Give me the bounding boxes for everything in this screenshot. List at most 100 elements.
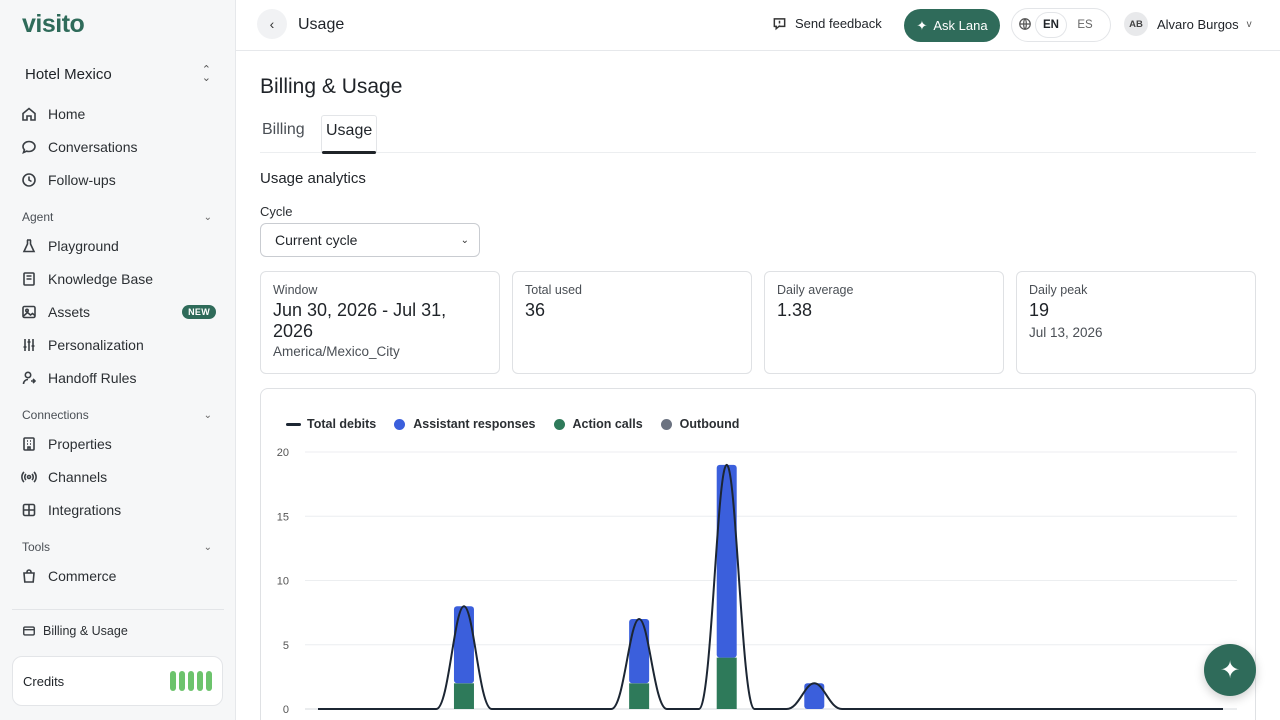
chevron-down-icon: ⌄: [460, 234, 469, 246]
sidebar-item-home[interactable]: Home: [20, 100, 216, 128]
sidebar-item-channels[interactable]: Channels: [20, 463, 216, 491]
bar-assistant-responses: [716, 464, 737, 658]
lang-en-option[interactable]: EN: [1036, 13, 1066, 37]
card-value: 1.38: [777, 300, 813, 320]
tab-billing[interactable]: Billing: [262, 121, 305, 139]
credit-card-icon: [23, 626, 35, 636]
y-tick-label: 10: [277, 576, 289, 588]
chevron-up-down-icon: ⌃ ⌄: [201, 64, 211, 84]
image-icon: [20, 303, 38, 321]
main-content: Billing & Usage Billing Usage Usage anal…: [236, 51, 1280, 720]
sidebar-item-label: Channels: [48, 469, 108, 485]
y-tick-label: 20: [277, 447, 289, 459]
sidebar-item-label: Follow-ups: [48, 172, 116, 188]
sidebar-item-label: Handoff Rules: [48, 370, 137, 386]
total-debits-line: [318, 463, 1223, 710]
avatar: AB: [1124, 12, 1148, 36]
sidebar-item-commerce[interactable]: Commerce: [20, 562, 216, 590]
building-icon: [20, 435, 38, 453]
sidebar-item-billing-usage[interactable]: Billing & Usage: [22, 624, 128, 638]
card-sub: Jul 13, 2026: [1029, 325, 1103, 340]
hotel-name: Hotel Mexico: [25, 65, 112, 83]
chevron-left-icon: ‹: [269, 16, 275, 32]
sidebar-item-knowledge-base[interactable]: Knowledge Base: [20, 265, 216, 293]
send-feedback-button[interactable]: Send feedback: [772, 16, 882, 31]
globe-icon: [1018, 17, 1032, 34]
tabs: Billing Usage: [260, 115, 1256, 154]
page-header-title: Usage: [298, 16, 345, 33]
user-menu[interactable]: AB Alvaro Burgos v: [1124, 12, 1252, 36]
chat-icon: [20, 138, 38, 156]
card-value: 36: [525, 300, 546, 320]
bar-action-calls: [629, 683, 650, 709]
daily-average-card: Daily average 1.38: [764, 271, 1004, 374]
y-tick-label: 5: [283, 640, 289, 652]
chevron-down-icon: ⌄: [203, 211, 212, 223]
section-connections[interactable]: Connections ⌄: [22, 408, 212, 422]
sidebar-item-follow-ups[interactable]: Follow-ups: [20, 166, 216, 194]
sidebar-item-label: Billing & Usage: [43, 624, 128, 638]
ask-lana-label: Ask Lana: [933, 18, 988, 33]
lang-es-option[interactable]: ES: [1070, 13, 1100, 37]
sidebar-item-label: Integrations: [48, 502, 122, 518]
hotel-switcher[interactable]: Hotel Mexico ⌃ ⌄: [25, 62, 211, 86]
card-label: Daily peak: [1029, 283, 1088, 297]
card-value: 19: [1029, 300, 1050, 320]
card-label: Total used: [525, 283, 582, 297]
section-title: Connections: [22, 408, 89, 422]
section-title: Usage analytics: [260, 170, 366, 187]
send-feedback-label: Send feedback: [795, 16, 882, 31]
cycle-label: Cycle: [260, 204, 293, 219]
card-value: Jun 30, 2026 - Jul 31, 2026: [273, 300, 447, 341]
language-switcher: EN ES: [1011, 8, 1111, 42]
feedback-icon: [773, 18, 786, 31]
usage-chart: Total debits Assistant responses Action …: [260, 388, 1256, 720]
sidebar-item-label: Assets: [48, 304, 91, 320]
sidebar-item-personalization[interactable]: Personalization: [20, 331, 216, 359]
bar-assistant-responses: [453, 606, 474, 684]
total-used-card: Total used 36: [512, 271, 752, 374]
credits-level-indicator: [170, 671, 212, 691]
cycle-select[interactable]: Current cycle ⌄: [260, 223, 480, 257]
sparkle-icon: ✦: [916, 17, 928, 33]
ask-lana-button[interactable]: ✦ Ask Lana: [904, 9, 1000, 42]
sidebar-item-handoff-rules[interactable]: Handoff Rules: [20, 364, 216, 392]
section-agent[interactable]: Agent ⌄: [22, 210, 212, 224]
chart-plot-area: 0 5 10 15 20: [277, 447, 1237, 716]
bar-assistant-responses: [629, 619, 650, 684]
section-tools[interactable]: Tools ⌄: [22, 540, 212, 554]
visito-logo[interactable]: visito: [22, 10, 85, 39]
back-button[interactable]: ‹: [257, 9, 287, 39]
clock-icon: [20, 171, 38, 189]
sidebar-item-properties[interactable]: Properties: [20, 430, 216, 458]
divider: [12, 609, 224, 610]
credits-widget[interactable]: Credits: [12, 656, 223, 706]
sidebar-item-playground[interactable]: Playground: [20, 232, 216, 260]
card-sub: America/Mexico_City: [273, 344, 400, 359]
window-card: Window Jun 30, 2026 - Jul 31, 2026 Ameri…: [260, 271, 500, 374]
shopping-bag-icon: [20, 567, 38, 585]
y-tick-label: 0: [283, 704, 289, 716]
broadcast-icon: [20, 468, 38, 486]
sidebar-item-label: Personalization: [48, 337, 144, 353]
credits-label: Credits: [23, 673, 65, 689]
sidebar-item-integrations[interactable]: Integrations: [20, 496, 216, 524]
chevron-down-icon: ⌄: [203, 409, 212, 421]
card-label: Window: [273, 283, 318, 297]
ask-lana-fab[interactable]: ✦: [1204, 644, 1256, 696]
sidebar-item-conversations[interactable]: Conversations: [20, 133, 216, 161]
sidebar-item-label: Knowledge Base: [48, 271, 154, 287]
home-icon: [20, 105, 38, 123]
top-bar: ‹ Usage Send feedback ✦ Ask Lana EN ES A…: [236, 0, 1280, 51]
sidebar-item-label: Home: [48, 106, 86, 122]
tab-usage[interactable]: Usage: [321, 115, 378, 154]
book-icon: [20, 270, 38, 288]
sidebar-item-assets[interactable]: Assets NEW: [20, 298, 216, 326]
sliders-icon: [20, 336, 38, 354]
puzzle-icon: [20, 501, 38, 519]
stats-cards: Window Jun 30, 2026 - Jul 31, 2026 Ameri…: [260, 271, 1256, 374]
sidebar-item-label: Properties: [48, 436, 112, 452]
sidebar-item-label: Commerce: [48, 568, 117, 584]
sidebar: visito Hotel Mexico ⌃ ⌄ Home Conversation…: [0, 0, 236, 720]
section-title: Agent: [22, 210, 54, 224]
